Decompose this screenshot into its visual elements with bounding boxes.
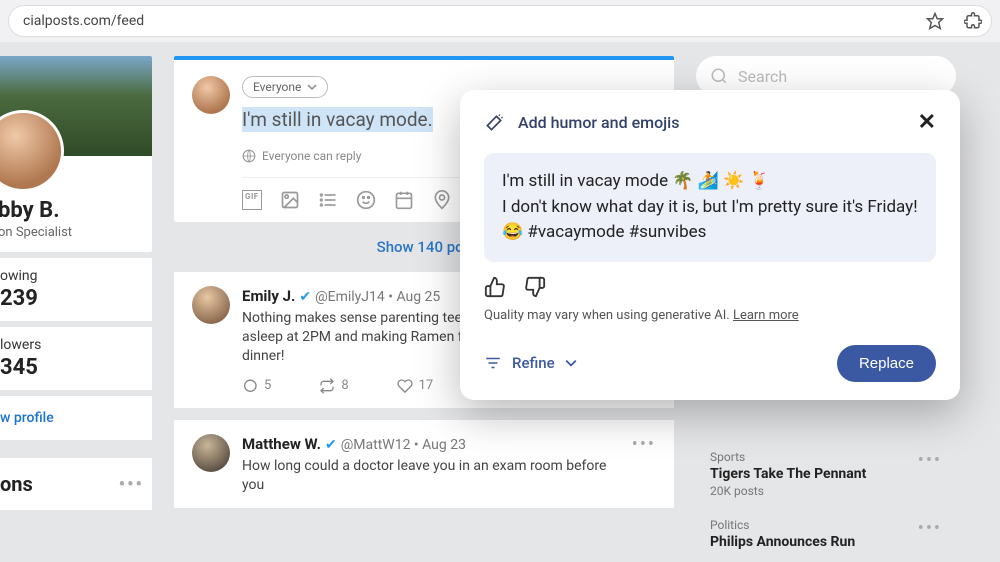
heart-icon — [397, 378, 413, 394]
gif-icon[interactable]: GIF — [242, 190, 262, 210]
ai-disclaimer: Quality may vary when using generative A… — [484, 308, 936, 323]
post: Matthew W. ✔ @MattW12 • Aug 23 How long … — [174, 420, 674, 509]
replace-button[interactable]: Replace — [837, 345, 936, 382]
profile-card: bby B. on Specialist — [0, 56, 152, 252]
thumbs-up-button[interactable] — [484, 276, 506, 298]
trend-item[interactable]: Sports Tigers Take The Pennant 20K posts… — [706, 440, 946, 508]
reply-note: Everyone can reply — [262, 149, 361, 163]
ai-suggestion-text: I'm still in vacay mode 🌴 🏄 ☀️ 🍹 I don't… — [484, 153, 936, 262]
post-avatar[interactable] — [192, 286, 230, 324]
location-icon[interactable] — [432, 190, 452, 210]
trend-more-icon[interactable]: ••• — [918, 450, 942, 471]
thumbs-down-icon — [524, 276, 546, 298]
trend-more-icon[interactable]: ••• — [918, 518, 942, 539]
more-icon[interactable]: ••• — [119, 474, 144, 495]
profile-title: on Specialist — [0, 225, 142, 240]
repost-icon — [319, 378, 335, 394]
avatar[interactable] — [0, 110, 64, 192]
image-icon[interactable] — [280, 190, 300, 210]
followers-label: lowers — [0, 337, 144, 353]
magic-wand-icon — [484, 113, 504, 133]
compose-text-input[interactable]: I'm still in vacay mode. — [242, 107, 433, 132]
audience-label: Everyone — [253, 80, 301, 94]
trend-category: Sports — [710, 450, 866, 464]
trend-item[interactable]: Politics Philips Announces Run ••• — [706, 508, 946, 560]
following-label: owing — [0, 268, 144, 284]
chevron-down-icon — [307, 82, 317, 92]
learn-more-link[interactable]: Learn more — [733, 308, 799, 323]
refine-label: Refine — [512, 354, 555, 372]
post-body: How long could a doctor leave you in an … — [242, 457, 620, 495]
verified-badge-icon: ✔ — [325, 437, 337, 453]
thumbs-up-icon — [484, 276, 506, 298]
url-text: cialposts.com/feed — [23, 13, 144, 29]
url-field[interactable]: cialposts.com/feed — [8, 5, 992, 37]
following-stat[interactable]: owing 239 — [0, 258, 152, 321]
extensions-icon[interactable] — [964, 12, 982, 30]
search-icon — [710, 67, 728, 85]
post-handle[interactable]: @MattW12 • Aug 23 — [341, 437, 466, 453]
trend-count: 20K posts — [710, 484, 866, 498]
repost-action[interactable]: 8 — [319, 378, 348, 394]
reply-icon — [242, 378, 258, 394]
section-header[interactable]: ons ••• — [0, 458, 152, 510]
audience-selector[interactable]: Everyone — [242, 76, 328, 98]
post-more-icon[interactable]: ••• — [632, 434, 656, 495]
section-label: ons — [0, 472, 33, 496]
list-icon[interactable] — [318, 190, 338, 210]
followers-stat[interactable]: lowers 345 — [0, 327, 152, 390]
ai-suggestion-panel: Add humor and emojis ✕ I'm still in vaca… — [460, 90, 960, 400]
chevron-down-icon — [565, 357, 577, 369]
post-author[interactable]: Emily J. — [242, 287, 295, 305]
calendar-icon[interactable] — [394, 190, 414, 210]
ai-panel-title: Add humor and emojis — [518, 113, 904, 132]
close-icon[interactable]: ✕ — [918, 110, 936, 135]
bookmark-star-icon[interactable] — [926, 12, 944, 30]
refine-button[interactable]: Refine — [484, 354, 577, 372]
cover-image — [0, 56, 152, 156]
post-handle[interactable]: @EmilyJ14 • Aug 25 — [315, 289, 440, 305]
verified-badge-icon: ✔ — [299, 289, 311, 305]
trend-title: Tigers Take The Pennant — [710, 466, 866, 482]
like-action[interactable]: 17 — [397, 378, 434, 394]
filter-icon — [484, 354, 502, 372]
trend-title: Philips Announces Run — [710, 534, 855, 550]
trend-category: Politics — [710, 518, 855, 532]
following-count: 239 — [0, 286, 144, 311]
profile-name: bby B. — [0, 198, 142, 223]
followers-count: 345 — [0, 355, 144, 380]
thumbs-down-button[interactable] — [524, 276, 546, 298]
browser-address-bar: cialposts.com/feed — [0, 0, 1000, 42]
post-author[interactable]: Matthew W. — [242, 435, 321, 453]
post-avatar[interactable] — [192, 434, 230, 472]
compose-avatar[interactable] — [192, 76, 230, 114]
search-placeholder: Search — [738, 67, 787, 86]
reply-action[interactable]: 5 — [242, 378, 271, 394]
emoji-icon[interactable] — [356, 190, 376, 210]
trends-section: Sports Tigers Take The Pennant 20K posts… — [706, 440, 946, 560]
globe-icon — [242, 149, 256, 163]
view-profile-link[interactable]: w profile — [0, 396, 152, 440]
